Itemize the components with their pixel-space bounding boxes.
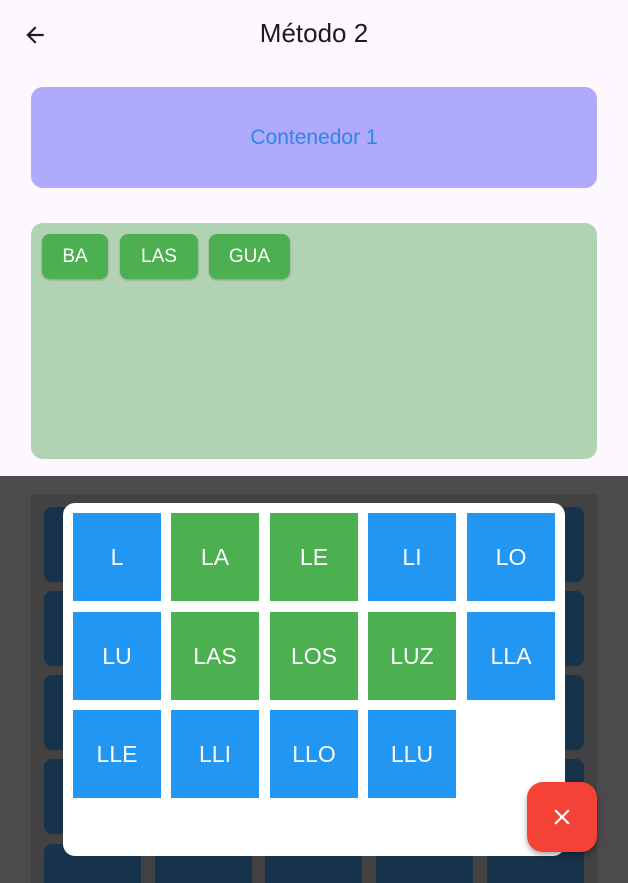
syllable-tile[interactable]: LLU [368, 710, 456, 798]
chip-label: LAS [141, 245, 177, 267]
syllable-tile[interactable]: LLI [171, 710, 259, 798]
container-2-dropzone[interactable]: BA LAS GUA [31, 223, 597, 459]
syllable-tile[interactable]: LE [270, 513, 358, 601]
container-1-label: Contenedor 1 [250, 125, 378, 149]
chip-label: BA [62, 245, 88, 267]
syllable-tile[interactable]: LAS [171, 612, 259, 700]
syllable-tile[interactable]: LO [467, 513, 555, 601]
syllable-tile[interactable]: LU [73, 612, 161, 700]
page-title: Método 2 [259, 18, 369, 48]
syllable-chip[interactable]: LAS [120, 234, 198, 279]
syllable-tile[interactable]: LLA [467, 612, 555, 700]
app-bar: Método 2 [0, 0, 628, 70]
syllable-tile[interactable]: L [73, 513, 161, 601]
syllable-tile[interactable]: LOS [270, 612, 358, 700]
syllable-dialog: L LA LE LI LO LU LAS LOS LUZ LLA LLE LLI… [63, 503, 565, 856]
syllable-tile[interactable]: LLO [270, 710, 358, 798]
syllable-chip[interactable]: BA [42, 234, 108, 279]
close-button[interactable] [527, 782, 597, 852]
container-1: Contenedor 1 [31, 87, 597, 188]
close-icon [554, 809, 570, 825]
syllable-tile[interactable]: LLE [73, 710, 161, 798]
chip-label: GUA [228, 245, 271, 267]
syllable-tile[interactable]: LI [368, 513, 456, 601]
syllable-chip[interactable]: GUA [209, 234, 290, 279]
syllable-tile[interactable]: LA [171, 513, 259, 601]
syllable-tile[interactable]: LUZ [368, 612, 456, 700]
